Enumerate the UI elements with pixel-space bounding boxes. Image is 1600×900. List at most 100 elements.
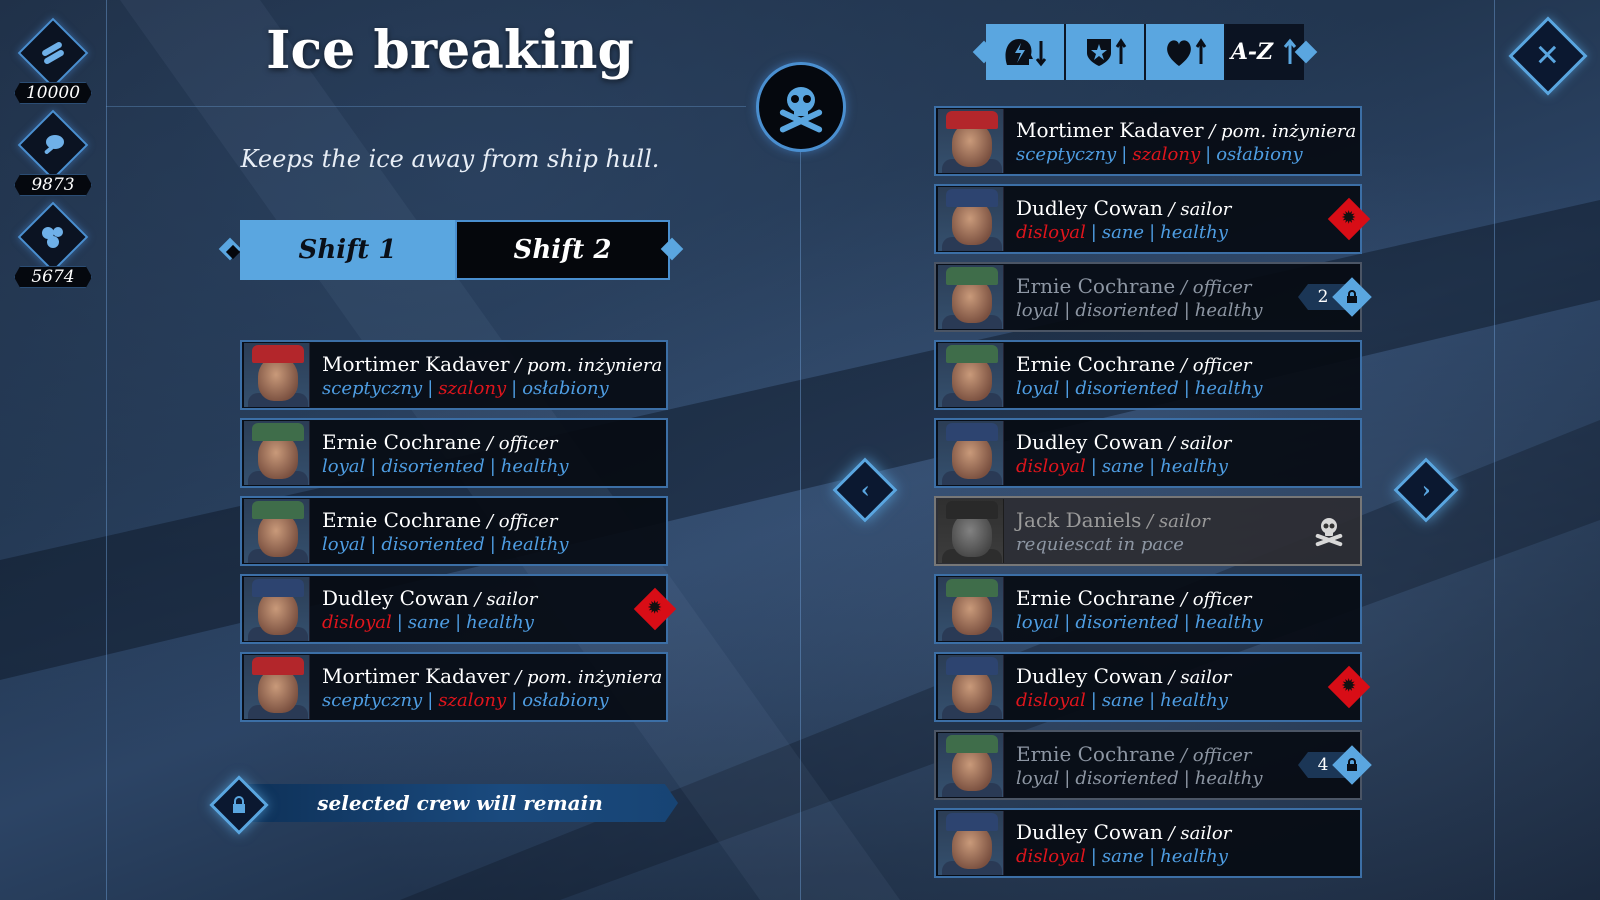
crew-trait: healthy bbox=[1194, 767, 1263, 789]
crew-card[interactable]: Mortimer Kadaver / pom. inżyniera sceptyc… bbox=[240, 652, 668, 722]
crew-name: Jack Daniels bbox=[1016, 507, 1142, 532]
crew-trait: sane bbox=[1101, 221, 1145, 243]
crew-name: Mortimer Kadaver bbox=[322, 351, 510, 376]
crew-name: Ernie Cochrane bbox=[322, 429, 482, 454]
crew-trait: loyal bbox=[1016, 767, 1060, 789]
crew-portrait bbox=[938, 187, 1004, 251]
crew-name: Ernie Cochrane bbox=[1016, 741, 1176, 766]
crew-portrait bbox=[244, 577, 310, 641]
next-page-button[interactable]: › bbox=[1393, 457, 1459, 523]
locked-shift-badge: 2 bbox=[1298, 277, 1372, 317]
frame-line bbox=[800, 110, 801, 900]
sort-by-loyalty-button[interactable] bbox=[1066, 24, 1146, 80]
close-button[interactable]: ✕ bbox=[1508, 16, 1588, 96]
crew-name: Mortimer Kadaver bbox=[1016, 117, 1204, 142]
crew-trait: disoriented bbox=[381, 533, 485, 555]
crew-trait: healthy bbox=[500, 455, 569, 477]
crew-portrait bbox=[938, 577, 1004, 641]
crew-trait: sane bbox=[1101, 845, 1145, 867]
remain-bar[interactable]: selected crew will remain bbox=[242, 784, 678, 822]
frame-line bbox=[106, 106, 746, 107]
shift-tabs: Shift 1 Shift 2 bbox=[218, 220, 684, 280]
resource-meat: 9873 bbox=[14, 109, 92, 196]
crew-card[interactable]: Dudley Cowan / sailor disloyal | sane | healt… bbox=[934, 418, 1362, 488]
sort-by-sanity-button[interactable] bbox=[986, 24, 1066, 80]
crew-name: Ernie Cochrane bbox=[1016, 273, 1176, 298]
crew-trait: sceptyczny bbox=[322, 377, 423, 399]
crew-trait: sane bbox=[1101, 689, 1145, 711]
crew-trait: szalony bbox=[438, 689, 507, 711]
crew-portrait bbox=[244, 343, 310, 407]
tab-shift-2[interactable]: Shift 2 bbox=[455, 220, 670, 280]
crew-trait: sane bbox=[1101, 455, 1145, 477]
crew-trait: disloyal bbox=[1016, 689, 1086, 711]
crew-trait: sane bbox=[407, 611, 451, 633]
crew-card[interactable]: Mortimer Kadaver / pom. inżyniera sceptyc… bbox=[240, 340, 668, 410]
crew-trait: szalony bbox=[1132, 143, 1201, 165]
resource-wood: 10000 bbox=[14, 17, 92, 104]
resource-coal: 5674 bbox=[14, 201, 92, 288]
head-bolt-icon bbox=[1005, 39, 1047, 67]
resource-wood-value: 10000 bbox=[14, 82, 92, 104]
resource-coal-value: 5674 bbox=[14, 266, 92, 288]
crew-role: officer bbox=[1192, 588, 1252, 610]
mutiny-warning-icon: ✹ bbox=[1327, 665, 1371, 709]
resource-meat-value: 9873 bbox=[14, 174, 92, 196]
crew-trait: loyal bbox=[322, 455, 366, 477]
crew-role: officer bbox=[498, 510, 558, 532]
crew-trait: osłabiony bbox=[522, 377, 609, 399]
crew-card[interactable]: Dudley Cowan / sailor disloyal | sane | healt… bbox=[934, 808, 1362, 878]
crew-trait: disoriented bbox=[1075, 299, 1179, 321]
crew-trait: szalony bbox=[438, 377, 507, 399]
crew-card[interactable]: Jack Daniels / sailor requiescat in pace bbox=[934, 496, 1362, 566]
crew-trait: loyal bbox=[1016, 611, 1060, 633]
crew-role: sailor bbox=[1180, 666, 1232, 688]
lock-icon bbox=[1332, 277, 1372, 317]
crew-card[interactable]: Ernie Cochrane / officer loyal | disoriente… bbox=[934, 262, 1372, 332]
crew-card[interactable]: Dudley Cowan / sailor disloyal | sane | healt… bbox=[240, 574, 677, 644]
sort-bar: A-Z bbox=[986, 24, 1304, 80]
crew-portrait bbox=[938, 265, 1004, 329]
crew-portrait bbox=[938, 343, 1004, 407]
crew-trait: disloyal bbox=[322, 611, 392, 633]
crew-role: officer bbox=[1192, 276, 1252, 298]
crew-card[interactable]: Ernie Cochrane / officer loyal | disoriente… bbox=[240, 496, 668, 566]
chevron-left-icon: ‹ bbox=[860, 477, 870, 503]
sort-by-name-button[interactable]: A-Z bbox=[1226, 24, 1304, 80]
skull-crossbones-icon bbox=[756, 62, 846, 152]
crew-card[interactable]: Dudley Cowan / sailor disloyal | sane | healt… bbox=[934, 184, 1371, 254]
prev-page-button[interactable]: ‹ bbox=[832, 457, 898, 523]
crew-role: sailor bbox=[486, 588, 538, 610]
crew-card[interactable]: Ernie Cochrane / officer loyal | disoriente… bbox=[240, 418, 668, 488]
crew-trait: disloyal bbox=[1016, 455, 1086, 477]
tab-shift-1[interactable]: Shift 1 bbox=[240, 220, 455, 280]
crew-trait: sceptyczny bbox=[322, 689, 423, 711]
crew-card[interactable]: Mortimer Kadaver / pom. inżyniera sceptyc… bbox=[934, 106, 1362, 176]
crew-trait: loyal bbox=[1016, 299, 1060, 321]
frame-line bbox=[1494, 0, 1495, 900]
crew-trait: healthy bbox=[1160, 455, 1228, 477]
crew-name: Ernie Cochrane bbox=[1016, 585, 1176, 610]
crew-trait: healthy bbox=[1194, 611, 1263, 633]
crew-trait: loyal bbox=[322, 533, 366, 555]
crew-name: Dudley Cowan bbox=[1016, 663, 1163, 688]
crew-role: sailor bbox=[1180, 822, 1232, 844]
skull-icon bbox=[1312, 514, 1346, 552]
crew-card[interactable]: Dudley Cowan / sailor disloyal | sane | healt… bbox=[934, 652, 1371, 722]
sort-by-health-button[interactable] bbox=[1146, 24, 1226, 80]
crew-portrait bbox=[938, 733, 1004, 797]
crew-name: Dudley Cowan bbox=[1016, 819, 1163, 844]
mutiny-warning-icon: ✹ bbox=[1327, 197, 1371, 241]
crew-portrait bbox=[938, 655, 1004, 719]
chevron-right-icon: › bbox=[1421, 477, 1431, 503]
crew-card[interactable]: Ernie Cochrane / officer loyal | disoriente… bbox=[934, 340, 1362, 410]
crew-role: pom. inżyniera bbox=[527, 354, 663, 376]
crew-portrait bbox=[938, 499, 1004, 563]
crew-trait: healthy bbox=[1160, 221, 1228, 243]
mutiny-warning-icon: ✹ bbox=[633, 587, 677, 631]
locked-shift-badge: 4 bbox=[1298, 745, 1372, 785]
heart-icon bbox=[1167, 38, 1207, 66]
crew-trait: requiescat in pace bbox=[1016, 533, 1184, 555]
crew-card[interactable]: Ernie Cochrane / officer loyal | disoriente… bbox=[934, 730, 1372, 800]
crew-card[interactable]: Ernie Cochrane / officer loyal | disoriente… bbox=[934, 574, 1362, 644]
